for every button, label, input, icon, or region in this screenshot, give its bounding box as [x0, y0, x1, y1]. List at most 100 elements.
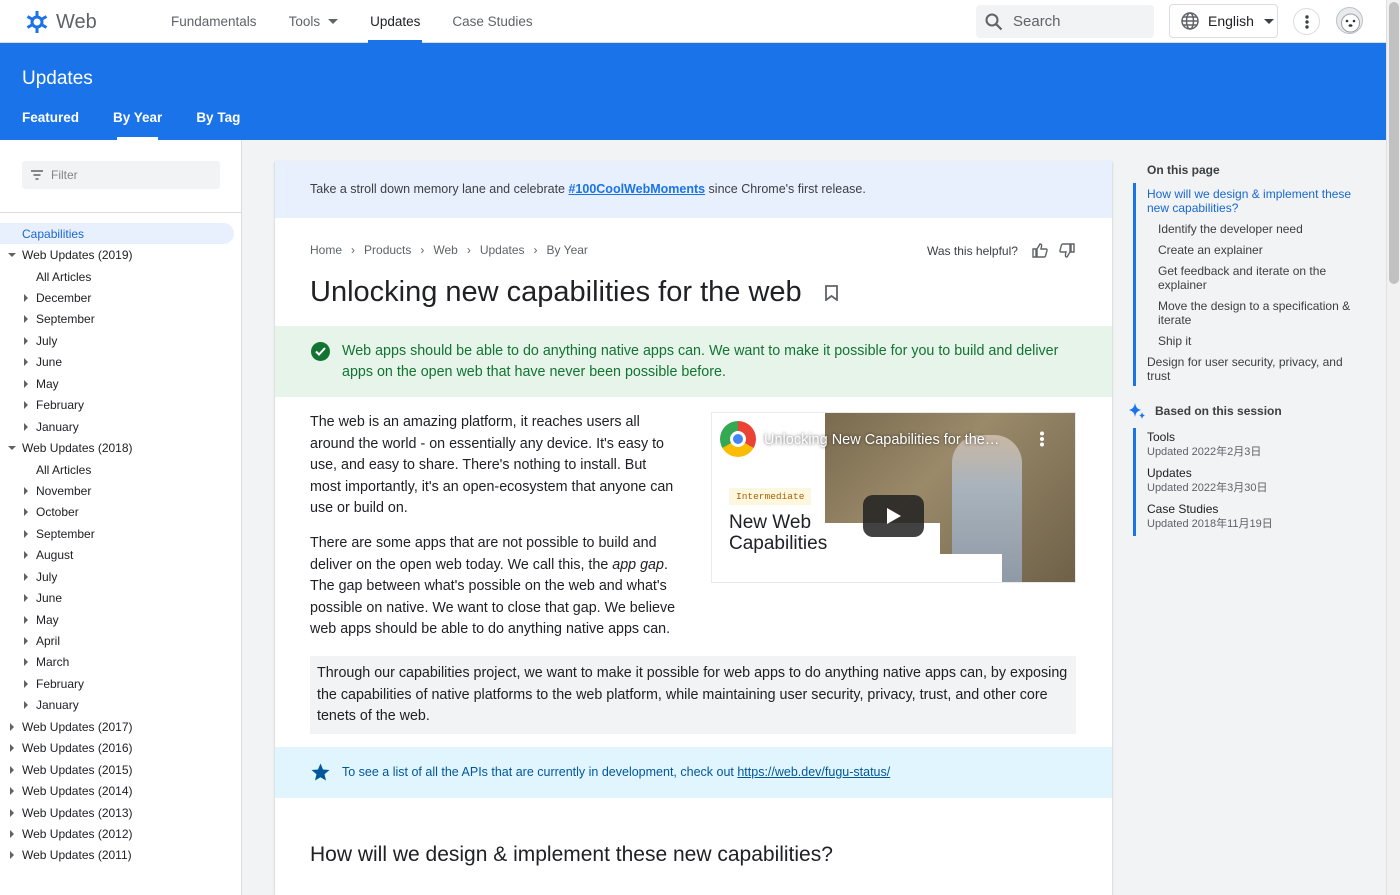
expand-arrow-icon[interactable]: [8, 446, 16, 451]
tab-by-tag[interactable]: By Tag: [196, 103, 240, 140]
breadcrumb-web[interactable]: Web: [433, 243, 457, 257]
sidebar-item[interactable]: October: [0, 502, 241, 523]
collapse-arrow-icon[interactable]: [24, 679, 28, 688]
collapse-arrow-icon[interactable]: [24, 637, 28, 646]
more-vert-icon: [1304, 14, 1309, 29]
collapse-arrow-icon[interactable]: [10, 722, 14, 731]
tab-featured[interactable]: Featured: [22, 103, 79, 140]
toc-link[interactable]: Create an explainer: [1147, 239, 1363, 260]
sidebar-item[interactable]: Capabilities: [0, 223, 234, 245]
scrollbar-thumb[interactable]: [1389, 2, 1399, 284]
toc-title: On this page: [1147, 163, 1220, 177]
sidebar-item[interactable]: August: [0, 545, 241, 566]
collapse-arrow-icon[interactable]: [24, 486, 28, 495]
sidebar-item[interactable]: All Articles: [0, 266, 241, 287]
sidebar-item[interactable]: Web Updates (2017): [0, 716, 241, 737]
toc-link[interactable]: How will we design & implement these new…: [1147, 183, 1363, 218]
collapse-arrow-icon[interactable]: [24, 336, 28, 345]
toc-link[interactable]: Design for user security, privacy, and t…: [1147, 351, 1363, 386]
collapse-arrow-icon[interactable]: [24, 701, 28, 710]
collapse-arrow-icon[interactable]: [24, 572, 28, 581]
session-item[interactable]: Case Studies Updated 2018年11月19日: [1147, 500, 1363, 536]
thumb-up-icon[interactable]: [1032, 243, 1048, 258]
toc-link[interactable]: Get feedback and iterate on the explaine…: [1147, 260, 1363, 295]
sidebar-item[interactable]: All Articles: [0, 459, 241, 480]
fugu-status-link[interactable]: https://web.dev/fugu-status/: [737, 765, 890, 779]
sidebar-item[interactable]: June: [0, 587, 241, 608]
collapse-arrow-icon[interactable]: [10, 787, 14, 796]
collapse-arrow-icon[interactable]: [24, 508, 28, 517]
collapse-arrow-icon[interactable]: [10, 765, 14, 774]
sidebar-item[interactable]: September: [0, 309, 241, 330]
collapse-arrow-icon[interactable]: [10, 851, 14, 860]
sidebar-item[interactable]: May: [0, 609, 241, 630]
toc-link[interactable]: Identify the developer need: [1147, 218, 1363, 239]
filter-input[interactable]: Filter: [22, 161, 220, 189]
collapse-arrow-icon[interactable]: [10, 744, 14, 753]
sidebar-item[interactable]: December: [0, 287, 241, 308]
banner-link[interactable]: #100CoolWebMoments: [568, 182, 705, 196]
expand-arrow-icon[interactable]: [8, 253, 16, 258]
collapse-arrow-icon[interactable]: [24, 294, 28, 303]
page-scrollbar[interactable]: [1386, 0, 1400, 895]
toc-link[interactable]: Ship it: [1147, 330, 1363, 351]
more-vert-icon[interactable]: [1039, 431, 1045, 447]
nav-case-studies[interactable]: Case Studies: [452, 0, 548, 43]
collapse-arrow-icon[interactable]: [10, 829, 14, 838]
video-embed[interactable]: Unlocking New Capabilities for the… Inte…: [711, 412, 1076, 583]
more-options-button[interactable]: [1293, 8, 1320, 35]
collapse-arrow-icon[interactable]: [24, 422, 28, 431]
thumb-down-icon[interactable]: [1059, 243, 1075, 258]
sidebar-item[interactable]: January: [0, 695, 241, 716]
play-button[interactable]: [863, 495, 924, 537]
tab-by-year[interactable]: By Year: [113, 103, 162, 140]
collapse-arrow-icon[interactable]: [24, 401, 28, 410]
sidebar-item[interactable]: July: [0, 566, 241, 587]
sidebar-item[interactable]: February: [0, 673, 241, 694]
sidebar-item[interactable]: January: [0, 416, 241, 437]
collapse-arrow-icon[interactable]: [24, 594, 28, 603]
collapse-arrow-icon[interactable]: [24, 379, 28, 388]
nav-fundamentals[interactable]: Fundamentals: [171, 0, 273, 43]
sidebar-item[interactable]: May: [0, 373, 241, 394]
bookmark-icon[interactable]: [825, 285, 838, 301]
search-input[interactable]: Search: [976, 5, 1154, 38]
sidebar-item[interactable]: June: [0, 352, 241, 373]
nav-tools[interactable]: Tools: [289, 0, 355, 43]
sidebar-item-label: All Articles: [36, 269, 92, 284]
breadcrumb-products[interactable]: Products: [364, 243, 411, 257]
collapse-arrow-icon[interactable]: [24, 358, 28, 367]
breadcrumb-home[interactable]: Home: [310, 243, 342, 257]
collapse-arrow-icon[interactable]: [24, 615, 28, 624]
collapse-arrow-icon[interactable]: [24, 658, 28, 667]
sidebar-item[interactable]: Web Updates (2018): [0, 437, 241, 458]
session-header: Based on this session: [1129, 402, 1363, 420]
nav-updates[interactable]: Updates: [368, 0, 436, 43]
video-title: Unlocking New Capabilities for the…: [764, 432, 1000, 448]
avatar[interactable]: [1336, 7, 1363, 34]
sidebar-item[interactable]: July: [0, 330, 241, 351]
collapse-arrow-icon[interactable]: [24, 551, 28, 560]
sidebar-item[interactable]: Web Updates (2011): [0, 845, 241, 866]
breadcrumb-updates[interactable]: Updates: [480, 243, 525, 257]
collapse-arrow-icon[interactable]: [24, 315, 28, 324]
sidebar-item[interactable]: April: [0, 630, 241, 651]
sidebar-item[interactable]: Web Updates (2012): [0, 823, 241, 844]
breadcrumb-by-year[interactable]: By Year: [547, 243, 588, 257]
sidebar-item[interactable]: March: [0, 652, 241, 673]
collapse-arrow-icon[interactable]: [24, 529, 28, 538]
collapse-arrow-icon[interactable]: [10, 808, 14, 817]
sidebar-item[interactable]: Web Updates (2013): [0, 802, 241, 823]
sidebar-item[interactable]: February: [0, 395, 241, 416]
sidebar-item[interactable]: Web Updates (2014): [0, 780, 241, 801]
toc-link[interactable]: Move the design to a specification & ite…: [1147, 295, 1363, 330]
sidebar-item[interactable]: November: [0, 480, 241, 501]
site-logo[interactable]: Web: [24, 9, 97, 35]
sidebar-item[interactable]: September: [0, 523, 241, 544]
session-item[interactable]: Updates Updated 2022年3月30日: [1147, 464, 1363, 500]
sidebar-item[interactable]: Web Updates (2019): [0, 244, 241, 265]
sidebar-item[interactable]: Web Updates (2016): [0, 738, 241, 759]
sidebar-item[interactable]: Web Updates (2015): [0, 759, 241, 780]
session-item[interactable]: Tools Updated 2022年2月3日: [1147, 428, 1363, 464]
language-select[interactable]: English: [1169, 4, 1278, 38]
